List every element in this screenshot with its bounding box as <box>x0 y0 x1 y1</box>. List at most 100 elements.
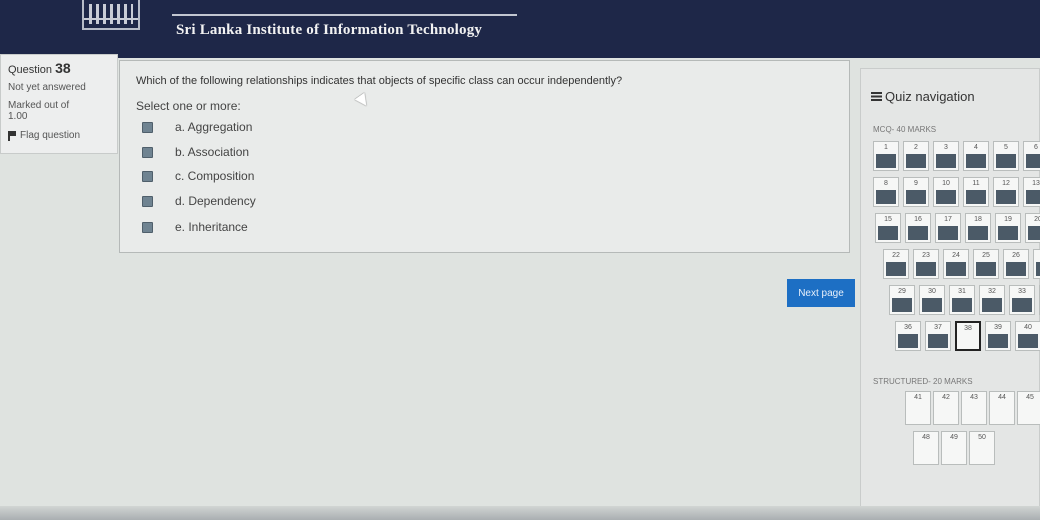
option-inheritance[interactable]: e. Inheritance <box>142 218 248 236</box>
quiz-nav-status-fill <box>998 226 1018 240</box>
quiz-nav-status-fill <box>966 190 986 204</box>
quiz-nav-question-29[interactable]: 29 <box>889 285 915 315</box>
quiz-nav-question-23[interactable]: 23 <box>913 249 939 279</box>
quiz-nav-number: 43 <box>970 394 978 401</box>
marks-info: Marked out of 1.00 <box>8 100 110 122</box>
marks-value: 1.00 <box>8 111 28 122</box>
quiz-nav-number: 1 <box>884 144 888 151</box>
flag-icon <box>8 130 16 141</box>
option-checkbox[interactable] <box>142 121 153 133</box>
option-label: c. Composition <box>175 169 255 183</box>
marked-out-of-label: Marked out of <box>8 100 70 111</box>
quiz-nav-question-8[interactable]: 8 <box>873 177 899 207</box>
institute-logo[interactable] <box>82 0 140 30</box>
quiz-nav-number: 44 <box>998 394 1006 401</box>
quiz-nav-question-11[interactable]: 11 <box>963 177 989 207</box>
quiz-nav-question-40[interactable]: 40 <box>1015 321 1040 351</box>
quiz-nav-status-fill <box>908 226 928 240</box>
quiz-nav-number: 45 <box>1026 394 1034 401</box>
quiz-nav-question-6[interactable]: 6 <box>1023 141 1040 171</box>
option-dependency[interactable]: d. Dependency <box>142 192 256 210</box>
quiz-nav-question-38[interactable]: 38 <box>955 321 981 351</box>
quiz-nav-question-9[interactable]: 9 <box>903 177 929 207</box>
quiz-nav-question-49[interactable]: 49 <box>941 431 967 465</box>
question-number: Question 38 <box>8 60 110 76</box>
quiz-nav-question-42[interactable]: 42 <box>933 391 959 425</box>
option-checkbox[interactable] <box>142 221 153 233</box>
quiz-nav-question-45[interactable]: 45 <box>1017 391 1040 425</box>
flag-question-button[interactable]: Flag question <box>8 130 110 141</box>
mcq-section-title: MCQ- 40 MARKS <box>873 125 937 134</box>
answer-status: Not yet answered <box>8 82 86 93</box>
quiz-nav-question-5[interactable]: 5 <box>993 141 1019 171</box>
quiz-nav-question-3[interactable]: 3 <box>933 141 959 171</box>
quiz-nav-number: 39 <box>994 324 1002 331</box>
quiz-nav-question-20[interactable]: 20 <box>1025 213 1040 243</box>
quiz-nav-question-27[interactable]: 27 <box>1033 249 1040 279</box>
quiz-navigation-label: Quiz navigation <box>885 89 975 104</box>
quiz-nav-number: 3 <box>944 144 948 151</box>
quiz-nav-question-12[interactable]: 12 <box>993 177 1019 207</box>
quiz-nav-question-44[interactable]: 44 <box>989 391 1015 425</box>
quiz-nav-number: 41 <box>914 394 922 401</box>
option-association[interactable]: b. Association <box>142 143 249 161</box>
quiz-nav-number: 13 <box>1032 180 1040 187</box>
quiz-nav-question-2[interactable]: 2 <box>903 141 929 171</box>
hamburger-icon <box>871 92 882 101</box>
quiz-nav-question-15[interactable]: 15 <box>875 213 901 243</box>
quiz-nav-question-17[interactable]: 17 <box>935 213 961 243</box>
quiz-nav-number: 37 <box>934 324 942 331</box>
option-checkbox[interactable] <box>142 170 153 182</box>
quiz-nav-number: 48 <box>922 434 930 441</box>
quiz-nav-number: 15 <box>884 216 892 223</box>
quiz-nav-status-fill <box>1026 154 1040 168</box>
quiz-nav-number: 6 <box>1034 144 1038 151</box>
quiz-nav-question-31[interactable]: 31 <box>949 285 975 315</box>
quiz-nav-question-26[interactable]: 26 <box>1003 249 1029 279</box>
quiz-nav-question-50[interactable]: 50 <box>969 431 995 465</box>
next-page-button[interactable]: Next page <box>787 279 855 307</box>
quiz-nav-number: 40 <box>1024 324 1032 331</box>
option-label: b. Association <box>175 145 250 159</box>
quiz-nav-number: 31 <box>958 288 966 295</box>
quiz-nav-question-22[interactable]: 22 <box>883 249 909 279</box>
quiz-nav-status-fill <box>976 262 996 276</box>
screen-bottom-edge <box>0 506 1040 520</box>
option-checkbox[interactable] <box>142 195 153 207</box>
quiz-nav-status-fill <box>892 298 912 312</box>
quiz-nav-question-32[interactable]: 32 <box>979 285 1005 315</box>
quiz-nav-question-33[interactable]: 33 <box>1009 285 1035 315</box>
question-panel: Which of the following relationships ind… <box>119 60 850 253</box>
option-composition[interactable]: c. Composition <box>142 167 254 185</box>
quiz-nav-question-25[interactable]: 25 <box>973 249 999 279</box>
quiz-nav-status-fill <box>946 262 966 276</box>
quiz-nav-question-18[interactable]: 18 <box>965 213 991 243</box>
quiz-nav-status-fill <box>1028 226 1040 240</box>
quiz-nav-status-fill <box>982 298 1002 312</box>
quiz-nav-question-4[interactable]: 4 <box>963 141 989 171</box>
quiz-nav-number: 17 <box>944 216 952 223</box>
quiz-nav-question-37[interactable]: 37 <box>925 321 951 351</box>
quiz-nav-status-fill <box>936 190 956 204</box>
quiz-nav-question-39[interactable]: 39 <box>985 321 1011 351</box>
option-checkbox[interactable] <box>142 146 153 158</box>
quiz-nav-status-fill <box>906 154 926 168</box>
quiz-nav-question-1[interactable]: 1 <box>873 141 899 171</box>
quiz-nav-question-13[interactable]: 13 <box>1023 177 1040 207</box>
quiz-nav-question-36[interactable]: 36 <box>895 321 921 351</box>
quiz-nav-number: 23 <box>922 252 930 259</box>
quiz-nav-question-19[interactable]: 19 <box>995 213 1021 243</box>
quiz-nav-question-16[interactable]: 16 <box>905 213 931 243</box>
quiz-nav-question-48[interactable]: 48 <box>913 431 939 465</box>
quiz-nav-status-fill <box>988 334 1008 348</box>
quiz-nav-question-10[interactable]: 10 <box>933 177 959 207</box>
quiz-nav-question-41[interactable]: 41 <box>905 391 931 425</box>
quiz-nav-number: 27 <box>1034 250 1040 262</box>
header-divider <box>172 14 517 16</box>
quiz-nav-number: 36 <box>904 324 912 331</box>
quiz-nav-number: 42 <box>942 394 950 401</box>
quiz-nav-question-43[interactable]: 43 <box>961 391 987 425</box>
quiz-nav-question-30[interactable]: 30 <box>919 285 945 315</box>
option-aggregation[interactable]: a. Aggregation <box>142 118 252 136</box>
quiz-nav-question-24[interactable]: 24 <box>943 249 969 279</box>
